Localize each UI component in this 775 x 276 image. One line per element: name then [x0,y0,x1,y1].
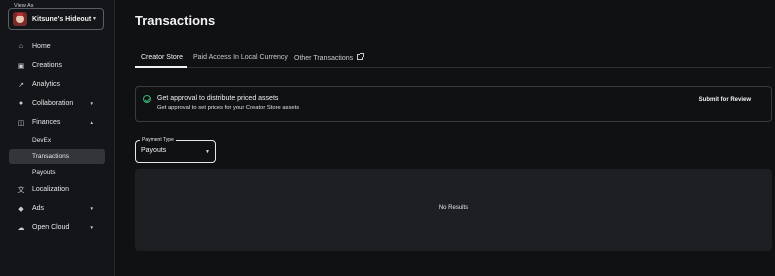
sidebar: View As Kitsune's Hideout ▼ ⌂ Home ▣ Cre… [0,0,115,276]
tab-paid-access[interactable]: Paid Access In Local Currency [193,54,288,61]
alert-description: Get approval to set prices for your Crea… [157,105,300,111]
alert-title: Get approval to distribute priced assets [157,95,279,102]
caret-down-icon: ▼ [89,206,94,211]
localization-icon: 文 [17,186,25,194]
sidebar-item-label: Payouts [32,169,56,176]
sidebar-item-payouts[interactable]: Payouts [9,165,105,180]
sidebar-item-home[interactable]: ⌂ Home [9,38,105,55]
tab-other-transactions[interactable]: Other Transactions [294,53,365,62]
sidebar-item-label: DevEx [32,137,52,144]
submit-for-review-button[interactable]: Submit for Review [699,97,751,103]
home-icon: ⌂ [18,43,24,50]
active-tab-indicator [135,66,187,68]
caret-down-icon: ▼ [92,16,97,22]
sidebar-item-label: Home [32,43,51,50]
creations-icon: ▣ [17,62,25,70]
sidebar-item-localization[interactable]: 文 Localization [9,181,105,198]
sidebar-item-label: Analytics [32,81,61,88]
cloud-icon: ☁ [17,224,25,232]
caret-down-icon: ▼ [205,149,210,155]
check-circle-icon [143,95,151,103]
sidebar-item-label: Collaboration [32,100,74,107]
caret-down-icon: ▼ [89,225,94,230]
sidebar-item-label: Creations [32,62,62,69]
sidebar-item-ads[interactable]: ◆ Ads ▼ [9,200,105,217]
tab-bar: Creator Store Paid Access In Local Curre… [135,50,772,68]
caret-up-icon: ▲ [89,120,94,125]
tab-label: Other Transactions [294,55,354,62]
sidebar-item-collaboration[interactable]: ● Collaboration ▼ [9,95,105,112]
analytics-icon: ↗ [18,81,24,89]
sidebar-item-open-cloud[interactable]: ☁ Open Cloud ▼ [9,219,105,236]
payment-type-label: Payment Type [140,137,176,143]
sidebar-item-label: Transactions [32,153,69,160]
collaboration-icon: ● [18,100,24,107]
sidebar-item-analytics[interactable]: ↗ Analytics [9,76,105,93]
sidebar-item-devex[interactable]: DevEx [9,133,105,148]
sidebar-item-label: Open Cloud [32,224,70,231]
results-panel: No Results [135,169,772,251]
sidebar-item-finances[interactable]: ◫ Finances ▲ [9,114,105,131]
caret-down-icon: ▼ [89,101,94,106]
sidebar-nav: ⌂ Home ▣ Creations ↗ Analytics ● Collabo… [9,38,105,238]
view-as-name: Kitsune's Hideout [32,15,92,23]
sidebar-item-label: Finances [32,119,61,126]
no-results-text: No Results [438,205,469,211]
sidebar-item-label: Localization [32,186,69,193]
tab-creator-store[interactable]: Creator Store [141,54,183,61]
group-avatar [13,12,27,26]
payment-type-value: Payouts [141,147,167,154]
approval-alert: Get approval to distribute priced assets… [135,86,772,122]
payment-type-select[interactable]: Payment Type Payouts ▼ [135,137,216,163]
sidebar-item-creations[interactable]: ▣ Creations [9,57,105,74]
view-as-selector[interactable]: Kitsune's Hideout ▼ [8,8,104,30]
finances-icon: ◫ [17,119,25,127]
page-title: Transactions [135,13,216,28]
external-link-icon [357,53,365,60]
ads-icon: ◆ [18,205,24,213]
sidebar-item-label: Ads [32,205,45,212]
sidebar-item-transactions[interactable]: Transactions [9,149,105,164]
